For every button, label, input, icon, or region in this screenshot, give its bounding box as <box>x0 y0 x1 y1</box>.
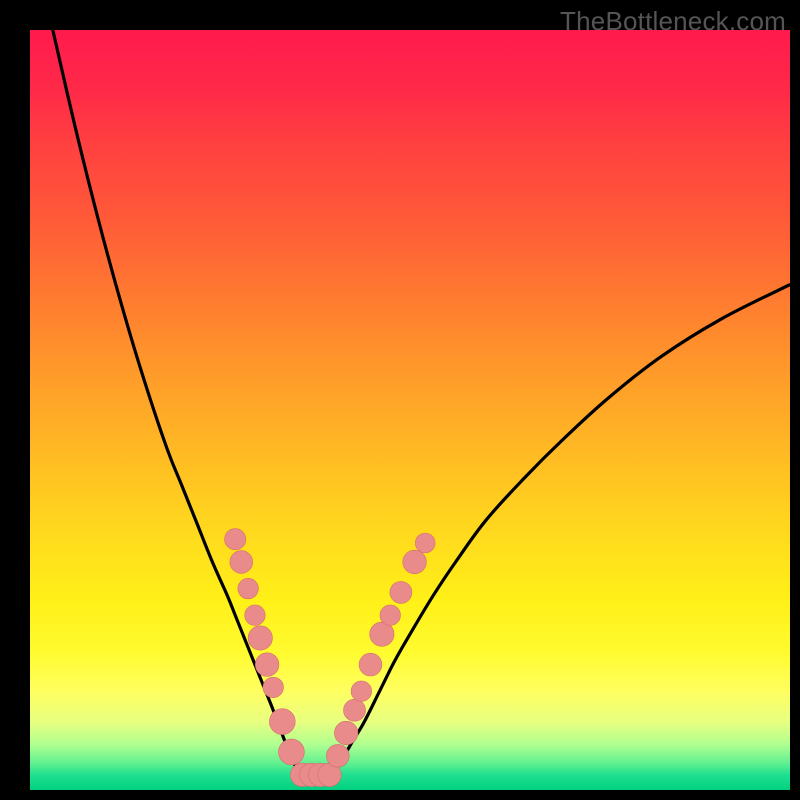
marker-dot <box>269 709 295 735</box>
marker-dot <box>403 550 427 574</box>
marker-dot <box>248 626 272 650</box>
plot-area <box>30 30 790 790</box>
marker-dot <box>263 677 284 698</box>
marker-dot <box>344 699 366 721</box>
marker-dot <box>238 578 259 599</box>
marker-dot <box>255 653 279 677</box>
marker-dot <box>415 533 435 553</box>
marker-dot <box>359 653 382 676</box>
marker-dot <box>326 744 349 767</box>
marker-group <box>225 529 436 787</box>
curve-right-curve <box>330 285 790 775</box>
marker-dot <box>279 739 305 765</box>
chart-svg <box>30 30 790 790</box>
marker-dot <box>390 581 412 603</box>
marker-dot <box>245 605 266 626</box>
curve-group <box>53 30 790 775</box>
marker-dot <box>380 605 401 626</box>
marker-dot <box>351 681 372 702</box>
chart-frame: TheBottleneck.com <box>0 0 800 800</box>
marker-dot <box>225 529 246 550</box>
marker-dot <box>230 551 253 574</box>
marker-dot <box>334 721 358 745</box>
